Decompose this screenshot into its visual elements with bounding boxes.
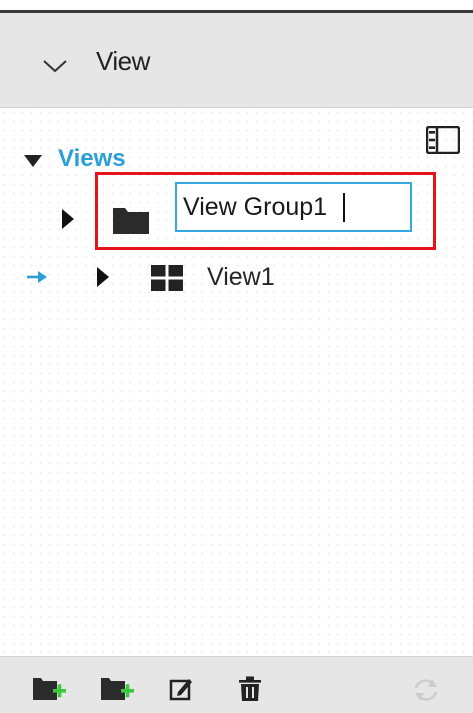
- chevron-down-icon[interactable]: [42, 57, 68, 75]
- add-view-group-icon[interactable]: [33, 676, 67, 702]
- add-view-icon[interactable]: [101, 676, 135, 702]
- view-group-name-input[interactable]: [175, 182, 412, 232]
- view-section-header[interactable]: View: [0, 13, 473, 108]
- text-cursor: [343, 193, 345, 222]
- arrow-right-icon: [27, 271, 47, 283]
- caret-down-icon[interactable]: [24, 155, 42, 167]
- delete-icon[interactable]: [238, 676, 262, 702]
- caret-right-icon[interactable]: [62, 209, 74, 229]
- tree-item-view1[interactable]: View1: [207, 263, 275, 292]
- caret-right-icon[interactable]: [97, 267, 109, 287]
- folder-icon: [113, 208, 149, 234]
- list-layout-icon[interactable]: [426, 126, 460, 154]
- refresh-icon: [414, 679, 438, 701]
- bottom-toolbar: [0, 656, 473, 713]
- view-panel: View Views View1: [0, 0, 473, 713]
- tree-root-views[interactable]: Views: [58, 145, 126, 173]
- section-title: View: [96, 46, 150, 76]
- edit-icon[interactable]: [169, 676, 195, 702]
- top-divider: [0, 0, 473, 13]
- grid-view-icon: [151, 265, 183, 291]
